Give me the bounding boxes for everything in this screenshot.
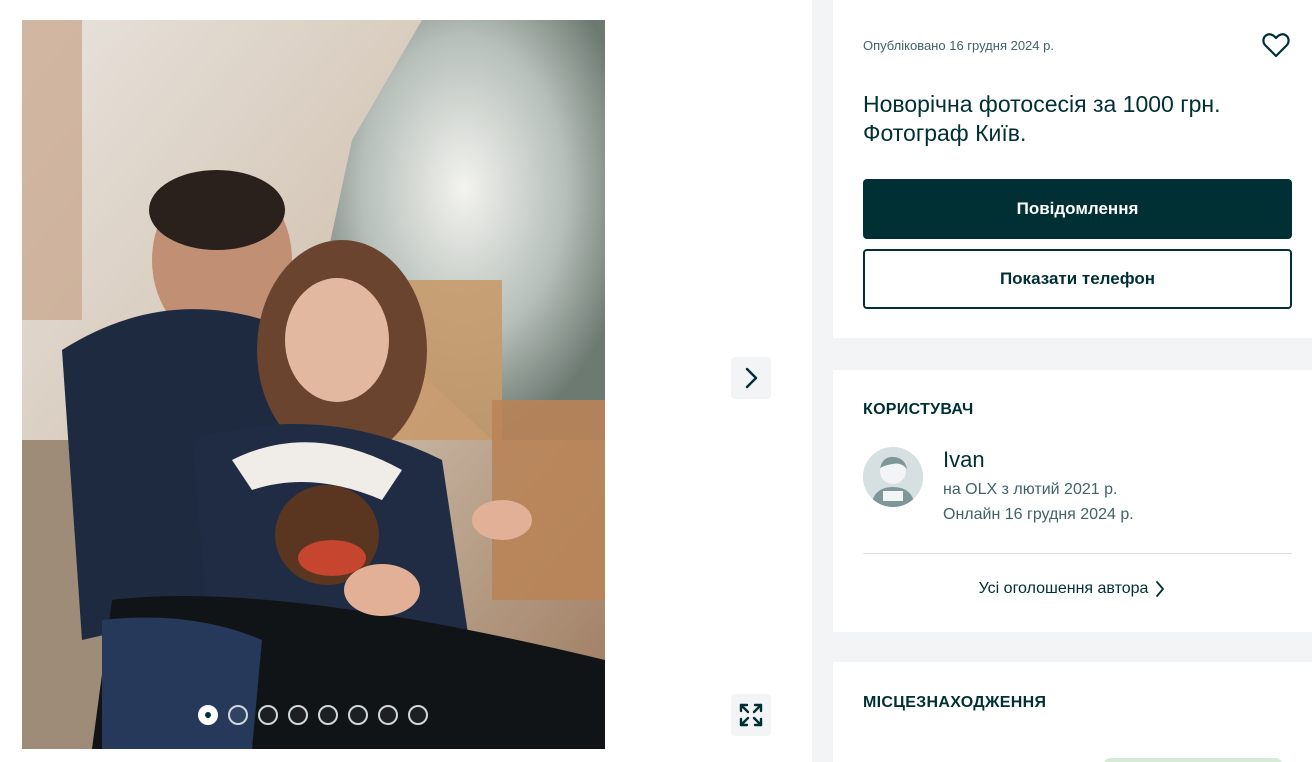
all-author-ads-label: Усі оголошення автора bbox=[978, 580, 1149, 597]
gallery-dot-6[interactable] bbox=[348, 705, 368, 725]
divider bbox=[863, 553, 1292, 554]
gallery-dot-8[interactable] bbox=[408, 705, 428, 725]
user-avatar-icon bbox=[863, 447, 923, 507]
user-section-heading: КОРИСТУВАЧ bbox=[863, 401, 974, 418]
listing-photo[interactable] bbox=[22, 20, 605, 749]
gallery-next-button[interactable] bbox=[731, 357, 771, 399]
message-button[interactable]: Повідомлення bbox=[863, 179, 1292, 239]
avatar[interactable] bbox=[863, 447, 923, 507]
listing-photo-image bbox=[22, 20, 605, 749]
user-name[interactable]: Ivan bbox=[943, 447, 985, 473]
published-date: Опубліковано 16 грудня 2024 р. bbox=[863, 38, 1054, 53]
location-section-heading: МІСЦЕЗНАХОДЖЕННЯ bbox=[863, 694, 1047, 711]
location-card: МІСЦЕЗНАХОДЖЕННЯ bbox=[833, 662, 1312, 762]
heart-icon bbox=[1262, 33, 1290, 58]
gallery-dot-2[interactable] bbox=[228, 705, 248, 725]
image-gallery bbox=[0, 0, 812, 762]
user-member-since: на OLX з лютий 2021 р. bbox=[943, 481, 1118, 498]
user-card: КОРИСТУВАЧ Ivan на OLX з лютий 2021 р. О… bbox=[833, 370, 1312, 632]
show-phone-button[interactable]: Показати телефон bbox=[863, 249, 1292, 309]
gallery-dot-3[interactable] bbox=[258, 705, 278, 725]
user-last-online: Онлайн 16 грудня 2024 р. bbox=[943, 506, 1134, 523]
listing-summary-card: Опубліковано 16 грудня 2024 р. Новорічна… bbox=[833, 0, 1312, 338]
all-author-ads-link[interactable]: Усі оголошення автора bbox=[833, 580, 1312, 598]
location-map-preview[interactable] bbox=[1103, 758, 1283, 762]
expand-icon bbox=[739, 703, 763, 727]
gallery-dot-5[interactable] bbox=[318, 705, 338, 725]
chevron-right-icon bbox=[745, 367, 758, 389]
listing-sidebar: Опубліковано 16 грудня 2024 р. Новорічна… bbox=[812, 0, 1312, 762]
gallery-dot-1[interactable] bbox=[198, 705, 218, 725]
gallery-dot-4[interactable] bbox=[288, 705, 308, 725]
fullscreen-button[interactable] bbox=[731, 694, 771, 736]
gallery-pagination bbox=[198, 705, 428, 725]
gallery-dot-7[interactable] bbox=[378, 705, 398, 725]
chevron-right-icon bbox=[1156, 581, 1165, 597]
listing-title: Новорічна фотосесія за 1000 грн. Фотогра… bbox=[863, 91, 1221, 146]
favorite-button[interactable] bbox=[1261, 30, 1291, 60]
